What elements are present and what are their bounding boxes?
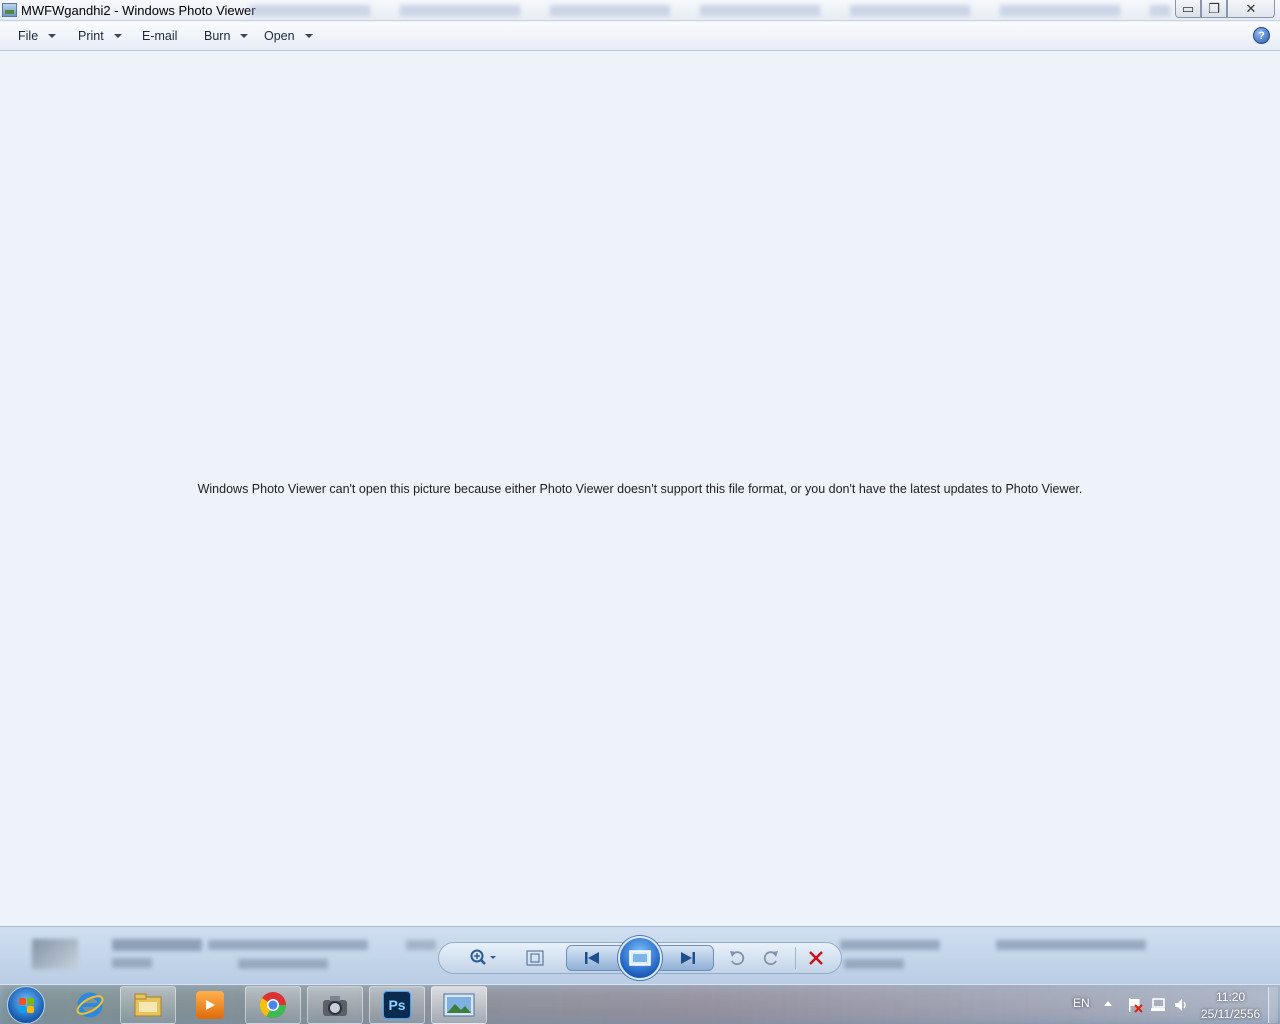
file-explorer-icon bbox=[134, 993, 162, 1017]
windows-logo-part bbox=[19, 1006, 26, 1013]
error-message: Windows Photo Viewer can't open this pic… bbox=[197, 482, 1083, 496]
taskbar-photoshop[interactable]: Ps bbox=[369, 986, 425, 1024]
clock-time[interactable]: 11:20 bbox=[1216, 990, 1245, 1004]
photo-viewer-icon bbox=[443, 993, 475, 1017]
menu-print[interactable]: Print bbox=[78, 29, 122, 43]
slideshow-button[interactable] bbox=[618, 936, 662, 980]
internet-explorer-icon bbox=[76, 992, 104, 1018]
rotate-counterclockwise-button[interactable] bbox=[726, 946, 748, 970]
minimize-icon: ▭ bbox=[1181, 0, 1195, 16]
show-hidden-icons-icon[interactable] bbox=[1104, 1001, 1112, 1006]
menu-print-label: Print bbox=[78, 29, 104, 43]
help-icon: ? bbox=[1258, 29, 1265, 42]
next-button[interactable] bbox=[674, 946, 702, 970]
menu-file-label: File bbox=[18, 29, 39, 43]
taskbar-photo-viewer[interactable] bbox=[431, 986, 487, 1024]
rotate-clockwise-button[interactable] bbox=[760, 946, 782, 970]
help-button[interactable]: ? bbox=[1253, 27, 1270, 44]
windows-logo-part bbox=[27, 1006, 34, 1013]
actual-size-button[interactable] bbox=[523, 946, 547, 970]
taskbar-media-player[interactable] bbox=[182, 986, 238, 1024]
chrome-icon bbox=[259, 992, 287, 1019]
menu-open[interactable]: Open bbox=[264, 29, 313, 43]
rotate-clockwise-icon bbox=[763, 951, 778, 966]
menu-burn-label: Burn bbox=[204, 29, 231, 43]
thumbnail-blurred bbox=[32, 939, 78, 969]
chevron-down-icon bbox=[304, 34, 313, 38]
language-indicator[interactable]: EN bbox=[1073, 996, 1090, 1010]
taskbar-file-explorer[interactable] bbox=[120, 986, 176, 1024]
close-button[interactable]: ✕ bbox=[1227, 0, 1275, 18]
window-title: MWFWgandhi2 - Windows Photo Viewer bbox=[21, 3, 256, 18]
controls-divider bbox=[795, 947, 796, 969]
menu-open-label: Open bbox=[264, 29, 295, 43]
previous-button[interactable] bbox=[578, 946, 606, 970]
title-bar: MWFWgandhi2 - Windows Photo Viewer ▭ ❐ ✕ bbox=[0, 0, 1280, 21]
minimize-button[interactable]: ▭ bbox=[1175, 0, 1201, 18]
menu-burn[interactable]: Burn bbox=[204, 29, 249, 43]
zoom-icon bbox=[470, 949, 496, 965]
chevron-down-icon bbox=[240, 34, 249, 38]
restore-icon: ❐ bbox=[1208, 0, 1220, 16]
image-viewport: Windows Photo Viewer can't open this pic… bbox=[0, 52, 1280, 926]
camera-app-icon bbox=[323, 996, 347, 1016]
windows-logo-part bbox=[27, 998, 34, 1005]
clock-date[interactable]: 25/11/2556 bbox=[1201, 1007, 1260, 1021]
menu-email[interactable]: E-mail bbox=[142, 29, 177, 43]
volume-icon[interactable] bbox=[1173, 997, 1189, 1013]
blurred-camera-model bbox=[996, 940, 1146, 950]
command-bar: File Print E-mail Burn Open ? bbox=[0, 22, 1280, 51]
photo-viewer-app-icon bbox=[2, 3, 17, 17]
blurred-filename bbox=[112, 939, 202, 951]
actual-size-icon bbox=[526, 950, 544, 966]
delete-button[interactable] bbox=[804, 946, 828, 970]
blurred-rating bbox=[406, 940, 436, 950]
taskbar-camera-app[interactable] bbox=[307, 986, 363, 1024]
action-center-flag-icon[interactable] bbox=[1127, 997, 1143, 1013]
blurred-filetype bbox=[112, 958, 152, 968]
menu-email-label: E-mail bbox=[142, 29, 178, 43]
taskbar-chrome[interactable] bbox=[245, 986, 301, 1024]
chevron-down-icon bbox=[48, 34, 57, 38]
maximize-button[interactable]: ❐ bbox=[1201, 0, 1227, 18]
blurred-tags bbox=[238, 959, 328, 969]
media-player-icon bbox=[196, 991, 224, 1019]
taskbar-internet-explorer[interactable] bbox=[62, 986, 118, 1024]
photoshop-icon: Ps bbox=[383, 991, 411, 1019]
next-icon bbox=[681, 952, 695, 964]
network-icon[interactable] bbox=[1150, 997, 1166, 1013]
blurred-date-taken bbox=[208, 940, 368, 950]
show-desktop-button[interactable] bbox=[1268, 987, 1278, 1023]
slideshow-icon bbox=[629, 950, 651, 966]
menu-file[interactable]: File bbox=[18, 29, 57, 43]
blurred-author bbox=[844, 959, 904, 969]
previous-icon bbox=[585, 952, 599, 964]
start-button[interactable] bbox=[7, 986, 45, 1024]
delete-icon bbox=[809, 951, 823, 965]
windows-logo-icon bbox=[19, 998, 26, 1005]
chevron-down-icon bbox=[113, 34, 122, 38]
close-icon: ✕ bbox=[1245, 0, 1257, 16]
background-window-ghost bbox=[250, 5, 1170, 16]
rotate-counterclockwise-icon bbox=[730, 951, 745, 966]
taskbar: Ps EN 11:20 25/11/2556 bbox=[0, 984, 1280, 1024]
blurred-comments bbox=[840, 940, 940, 950]
zoom-button[interactable] bbox=[464, 946, 500, 970]
